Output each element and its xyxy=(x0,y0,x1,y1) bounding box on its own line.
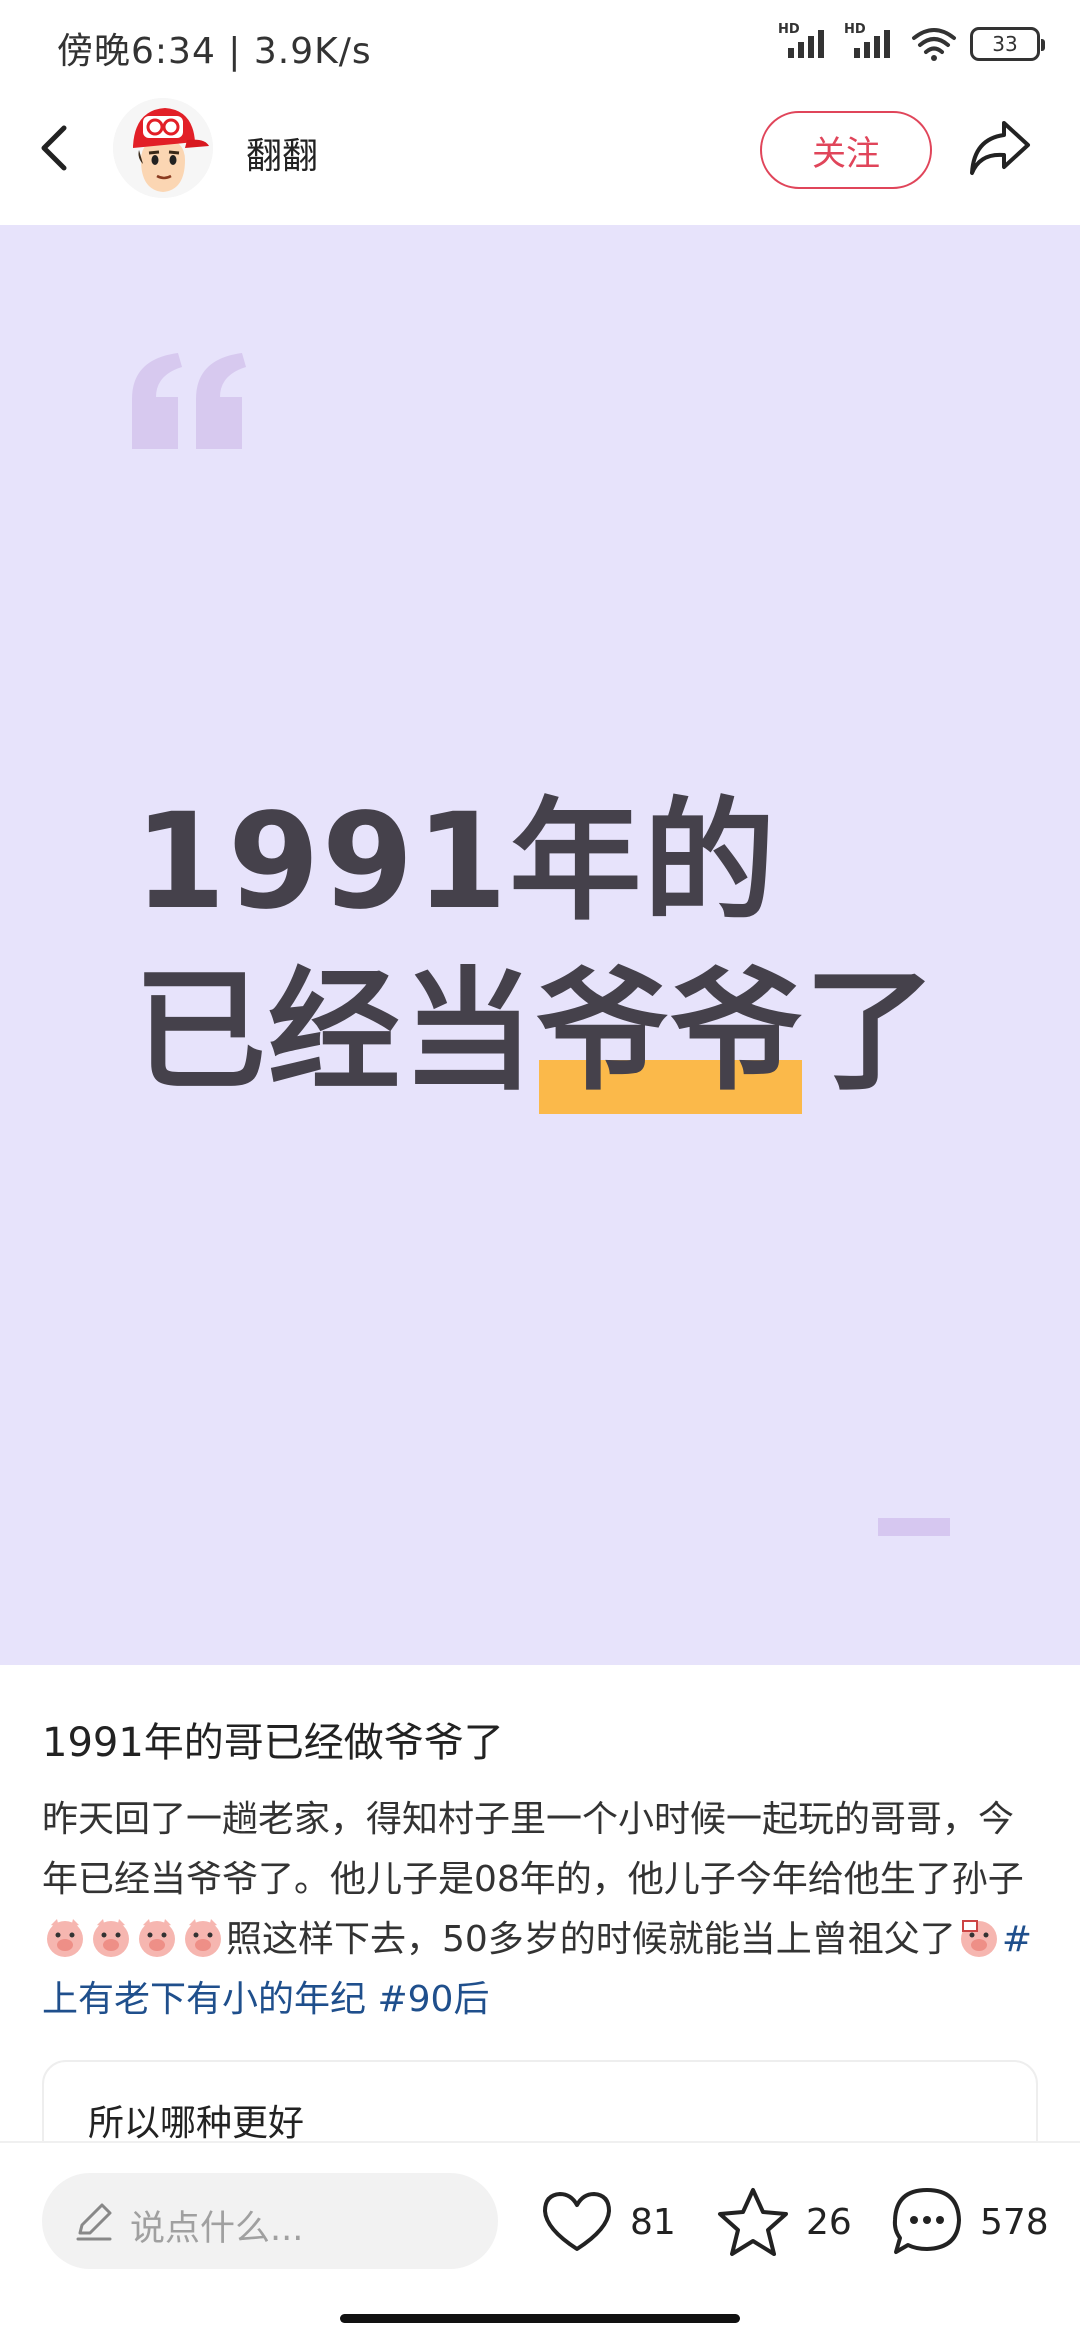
poll-title: 所以哪种更好 xyxy=(88,2103,305,2144)
cover-headline-suffix: 了 xyxy=(804,955,938,1109)
comment-placeholder: 说点什么... xyxy=(130,2209,304,2249)
bottom-action-bar: 说点什么... 81 26 578 xyxy=(0,2141,1080,2340)
pig-emoji-icon xyxy=(139,1919,175,1957)
status-icons: HD HD 33 xyxy=(778,22,1045,62)
star-count: 26 xyxy=(806,2201,852,2243)
collect-button[interactable]: 26 xyxy=(716,2185,852,2259)
heart-icon xyxy=(543,2192,611,2251)
battery-icon: 33 xyxy=(970,27,1045,61)
signal-icon: HD xyxy=(778,22,832,62)
comment-input[interactable]: 说点什么... xyxy=(42,2173,498,2269)
post-cover-image[interactable]: 1991年的 已经当 爷爷了 xyxy=(0,225,1080,1665)
back-icon[interactable] xyxy=(30,120,86,176)
comment-icon xyxy=(892,2188,961,2254)
post-body: 昨天回了一趟老家，得知村子里一个小时候一起玩的哥哥，今年已经当爷爷了。他儿子是0… xyxy=(42,1790,1042,2030)
post-header: 翻翻 关注 xyxy=(0,95,1080,225)
cover-headline-line1: 1991年的 xyxy=(134,785,778,939)
post-body-text: 昨天回了一趟老家，得知村子里一个小时候一起玩的哥哥，今年已经当爷爷了。他儿子是0… xyxy=(42,1799,1024,1900)
post-title: 1991年的哥已经做爷爷了 xyxy=(42,1720,504,1766)
pig-emoji-icon xyxy=(960,1920,997,1957)
battery-level: 33 xyxy=(992,32,1018,56)
status-bar: 傍晚6:34 | 3.9K/s HD HD 33 xyxy=(0,0,1080,95)
decorative-bar xyxy=(878,1518,950,1536)
status-time-speed: 傍晚6:34 | 3.9K/s xyxy=(57,31,372,72)
avatar[interactable] xyxy=(113,98,213,198)
cartoon-avatar-image xyxy=(113,98,213,198)
star-icon xyxy=(718,2188,788,2256)
quote-icon xyxy=(132,353,246,449)
pen-icon xyxy=(76,2203,112,2241)
comment-count: 578 xyxy=(980,2201,1049,2243)
post-body-text: 照这样下去，50多岁的时候就能当上曾祖父了 xyxy=(226,1919,956,1960)
hashtag-link[interactable]: #90后 xyxy=(377,1979,489,2020)
highlight-text: 爷爷 xyxy=(536,955,804,1109)
cover-headline-highlight: 爷爷 xyxy=(536,925,804,1116)
cover-headline-prefix: 已经当 xyxy=(134,955,536,1109)
comment-button[interactable]: 578 xyxy=(890,2185,1049,2259)
sim1-label: HD xyxy=(778,22,800,37)
wifi-icon xyxy=(912,28,956,61)
share-icon[interactable] xyxy=(966,117,1034,179)
cover-headline-line2: 已经当 爷爷了 xyxy=(134,925,938,1116)
signal-icon: HD xyxy=(844,22,898,62)
follow-button[interactable]: 关注 xyxy=(760,111,932,189)
like-button[interactable]: 81 xyxy=(540,2185,676,2259)
sim2-label: HD xyxy=(844,22,866,37)
like-count: 81 xyxy=(630,2201,676,2243)
author-name[interactable]: 翻翻 xyxy=(246,127,318,179)
pig-emoji-icon xyxy=(93,1919,129,1957)
home-indicator[interactable] xyxy=(340,2314,740,2323)
pig-emoji-icon xyxy=(47,1919,83,1957)
pig-emoji-icon xyxy=(185,1919,221,1957)
